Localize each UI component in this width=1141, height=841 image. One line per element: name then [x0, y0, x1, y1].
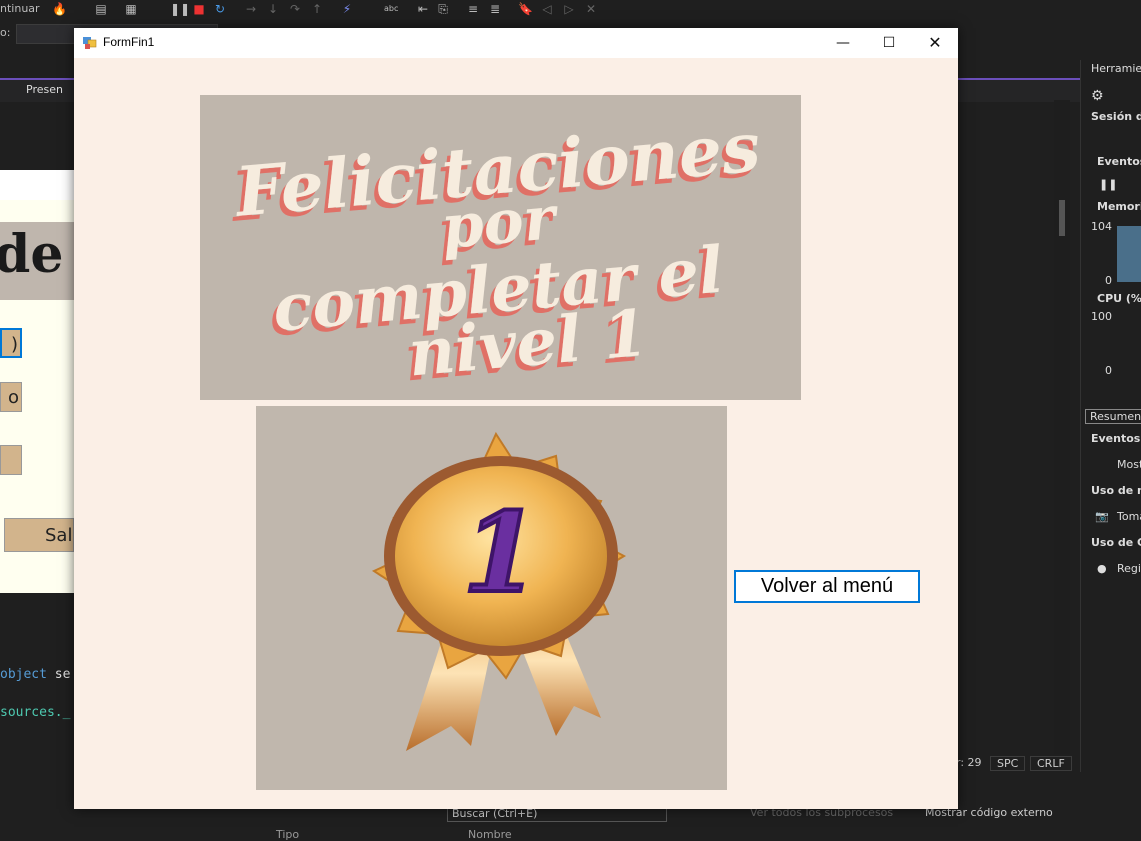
app-form-icon — [83, 37, 97, 49]
minimize-icon: — — [836, 35, 850, 51]
pause-icon[interactable]: ❚❚ — [170, 2, 190, 16]
editor-scrollbar[interactable] — [1054, 100, 1070, 754]
panel-title: Herramient — [1091, 62, 1141, 75]
events-section: Eventos — [1091, 432, 1141, 445]
settings-icon[interactable]: ⚙ — [1091, 88, 1104, 104]
medal-number: 1 — [463, 488, 540, 617]
step-into-icon[interactable]: ↓ — [266, 2, 280, 16]
medal-icon: 1 — [371, 431, 627, 751]
cpu-item[interactable]: Regis — [1117, 562, 1141, 575]
close-icon: ✕ — [928, 33, 942, 52]
format-icon[interactable]: ⎘ — [436, 2, 450, 16]
scrollbar-thumb[interactable] — [1059, 200, 1065, 236]
window-title: FormFin1 — [103, 35, 155, 49]
bookmark-icon[interactable]: 🔖 — [518, 2, 533, 16]
bookmark-clear-icon[interactable]: ✕ — [584, 2, 598, 16]
maximize-icon: ☐ — [882, 35, 896, 51]
comment-icon[interactable]: ≡ — [466, 2, 480, 16]
layout-icon[interactable]: ▦ — [124, 2, 138, 16]
column-name: Nombre — [468, 828, 512, 841]
pause-icon[interactable]: ❚❚ — [1099, 178, 1117, 191]
record-icon: ● — [1097, 562, 1107, 575]
restart-icon[interactable]: ↻ — [213, 2, 227, 16]
code-line-1: object se — [0, 667, 70, 682]
hot-reload-icon[interactable]: 🔥 — [52, 2, 67, 16]
cpu-section: Uso de CP — [1091, 536, 1141, 549]
diagnostic-tools-panel: Herramient ⚙ Sesión de Eventos ❚❚ Memori… — [1080, 60, 1141, 772]
whitespace-indicator[interactable]: SPC — [990, 756, 1026, 771]
close-button[interactable]: ✕ — [912, 28, 958, 58]
designer-button-2[interactable]: o — [0, 382, 22, 412]
events-header[interactable]: Eventos — [1097, 155, 1141, 168]
code-identifier: se — [46, 667, 71, 682]
cpu-header[interactable]: CPU (% — [1097, 292, 1141, 305]
designer-button-1[interactable]: ) — [0, 328, 22, 358]
search-label: o: — [0, 26, 11, 39]
memory-section: Uso de m — [1091, 484, 1141, 497]
events-item[interactable]: Most — [1117, 458, 1141, 471]
memory-graph — [1117, 226, 1141, 282]
tab-preview[interactable]: Presen — [26, 83, 63, 96]
code-line-2: sources._ — [0, 705, 71, 720]
medal-picture: 1 — [256, 406, 727, 790]
spellcheck-icon[interactable]: abc — [384, 2, 398, 16]
minimize-button[interactable]: — — [820, 28, 866, 58]
column-type: Tipo — [276, 828, 300, 841]
line-ending-indicator[interactable]: CRLF — [1030, 756, 1072, 771]
code-keyword: object — [0, 667, 47, 682]
title-bar[interactable]: FormFin1 — ☐ ✕ — [74, 28, 958, 58]
cpu-min: 0 — [1105, 364, 1112, 377]
designer-button-3[interactable] — [0, 445, 22, 475]
indent-icon[interactable]: ⇤ — [416, 2, 430, 16]
back-to-menu-button[interactable]: Volver al menú — [734, 570, 920, 603]
stop-icon[interactable]: ■ — [192, 2, 206, 16]
camera-icon: 📷 — [1095, 510, 1109, 523]
memory-item[interactable]: Toma — [1117, 510, 1141, 523]
memory-min: 0 — [1105, 274, 1112, 287]
uncomment-icon[interactable]: ≣ — [488, 2, 502, 16]
congratulations-text-art: Felicitaciones por completar el nivel 1 — [231, 107, 764, 391]
designer-surface: de ) o Sal — [0, 170, 74, 593]
form-window: FormFin1 — ☐ ✕ Felicitaciones por comple… — [74, 28, 958, 809]
designer-title-image: de — [0, 222, 74, 300]
congratulations-picture: Felicitaciones por completar el nivel 1 — [200, 95, 801, 400]
step-arrow-icon[interactable]: → — [244, 2, 258, 16]
diagnostics-icon[interactable]: ⚡ — [340, 2, 354, 16]
file-icon[interactable]: ▤ — [94, 2, 108, 16]
tab-summary[interactable]: Resumen — [1085, 409, 1141, 424]
designer-exit-button[interactable]: Sal — [4, 518, 74, 552]
designer-title-text: de — [0, 224, 64, 285]
ide-toolbar: ntinuar 🔥 ▤ ▦ ❚❚ ■ ↻ → ↓ ↷ ↑ ⚡ abc ⇤ ⎘ ≡… — [0, 0, 1141, 20]
maximize-button[interactable]: ☐ — [866, 28, 912, 58]
continue-label[interactable]: ntinuar — [0, 2, 40, 15]
bookmark-next-icon[interactable]: ▷ — [562, 2, 576, 16]
step-over-icon[interactable]: ↷ — [288, 2, 302, 16]
designer-header — [0, 170, 74, 200]
session-label: Sesión de — [1091, 110, 1141, 123]
memory-header[interactable]: Memori — [1097, 200, 1141, 213]
memory-max: 104 — [1091, 220, 1112, 233]
step-out-icon[interactable]: ↑ — [310, 2, 324, 16]
cpu-max: 100 — [1091, 310, 1112, 323]
bookmark-prev-icon[interactable]: ◁ — [540, 2, 554, 16]
